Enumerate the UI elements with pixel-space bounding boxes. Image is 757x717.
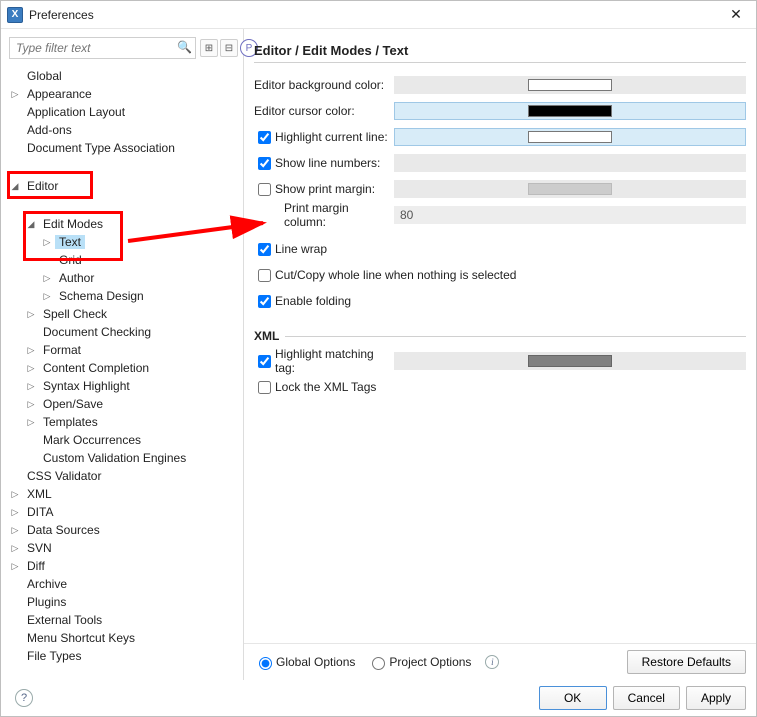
line-numbers-checkbox[interactable] — [258, 157, 271, 170]
window-title: Preferences — [29, 8, 94, 22]
highlight-line-color-picker[interactable] — [394, 128, 746, 146]
folding-checkbox[interactable] — [258, 295, 271, 308]
tree-item-addons[interactable]: ▸Add-ons — [7, 121, 243, 139]
tree-item-diff[interactable]: ▷Diff — [7, 557, 243, 575]
tree-item-global[interactable]: ▸Global — [7, 67, 243, 85]
cutcopy-checkbox[interactable] — [258, 269, 271, 282]
line-numbers-label: Show line numbers: — [275, 156, 380, 170]
tree-item-svn[interactable]: ▷SVN — [7, 539, 243, 557]
tree-item-file-types[interactable]: ▸File Types — [7, 647, 243, 665]
tree-item-templates[interactable]: ▷Templates — [23, 413, 243, 431]
global-options-radio[interactable]: Global Options — [254, 654, 355, 670]
xml-section-label: XML — [254, 329, 279, 343]
filter-input[interactable] — [9, 37, 196, 59]
tree-item-spell-check[interactable]: ▷Spell Check — [23, 305, 243, 323]
cancel-button[interactable]: Cancel — [613, 686, 680, 710]
cursor-color-label: Editor cursor color: — [254, 104, 355, 118]
chevron-right-icon[interactable]: ▷ — [9, 542, 21, 554]
tree-item-open-save[interactable]: ▷Open/Save — [23, 395, 243, 413]
chevron-down-icon[interactable]: ◢ — [9, 180, 21, 192]
tree-item-css-validator[interactable]: ▸CSS Validator — [7, 467, 243, 485]
highlight-line-label: Highlight current line: — [275, 130, 388, 144]
print-margin-checkbox[interactable] — [258, 183, 271, 196]
tree-item-text[interactable]: ▷Text — [39, 233, 243, 251]
highlight-tag-color-picker[interactable] — [394, 352, 746, 370]
line-wrap-checkbox[interactable] — [258, 243, 271, 256]
cursor-color-picker[interactable] — [394, 102, 746, 120]
apply-button[interactable]: Apply — [686, 686, 746, 710]
chevron-right-icon[interactable]: ▷ — [25, 362, 37, 374]
bg-color-label: Editor background color: — [254, 78, 384, 92]
tree-item-dita[interactable]: ▷DITA — [7, 503, 243, 521]
search-icon[interactable]: 🔍 — [177, 40, 192, 54]
tree-item-application-layout[interactable]: ▸Application Layout — [7, 103, 243, 121]
highlight-tag-label: Highlight matching tag: — [275, 347, 394, 375]
restore-defaults-button[interactable]: Restore Defaults — [627, 650, 746, 674]
chevron-right-icon[interactable]: ▷ — [41, 290, 53, 302]
tree-item-mark-occurrences[interactable]: ▸Mark Occurrences — [23, 431, 243, 449]
chevron-right-icon[interactable]: ▷ — [9, 560, 21, 572]
tree-item-external-tools[interactable]: ▸External Tools — [7, 611, 243, 629]
line-numbers-color-picker[interactable] — [394, 154, 746, 172]
highlight-tag-checkbox[interactable] — [258, 355, 271, 368]
chevron-right-icon[interactable]: ▷ — [9, 524, 21, 536]
info-icon[interactable]: i — [485, 655, 499, 669]
tree-item-archive[interactable]: ▸Archive — [7, 575, 243, 593]
chevron-right-icon[interactable]: ▷ — [41, 272, 53, 284]
tree-item-data-sources[interactable]: ▷Data Sources — [7, 521, 243, 539]
tree-item-author[interactable]: ▷Author — [39, 269, 243, 287]
tree-item-content-completion[interactable]: ▷Content Completion — [23, 359, 243, 377]
tree-item-format[interactable]: ▷Format — [23, 341, 243, 359]
expand-tree-icon[interactable]: ⊞ — [200, 39, 218, 57]
lock-xml-label: Lock the XML Tags — [275, 380, 376, 394]
chevron-right-icon[interactable]: ▷ — [25, 308, 37, 320]
lock-xml-checkbox[interactable] — [258, 381, 271, 394]
highlight-line-checkbox[interactable] — [258, 131, 271, 144]
chevron-right-icon[interactable]: ▷ — [25, 416, 37, 428]
chevron-down-icon[interactable]: ◢ — [25, 218, 37, 230]
chevron-right-icon[interactable]: ▷ — [25, 344, 37, 356]
tree-item-syntax-highlight[interactable]: ▷Syntax Highlight — [23, 377, 243, 395]
chevron-right-icon[interactable]: ▷ — [25, 398, 37, 410]
chevron-right-icon[interactable]: ▷ — [9, 488, 21, 500]
app-icon: X — [7, 7, 23, 23]
project-options-radio[interactable]: Project Options — [367, 654, 471, 670]
chevron-right-icon[interactable]: ▷ — [9, 88, 21, 100]
tree-item-appearance[interactable]: ▷Appearance — [7, 85, 243, 103]
line-wrap-label: Line wrap — [275, 242, 327, 256]
close-icon[interactable]: ✕ — [722, 6, 750, 23]
print-margin-col-label: Print margin column: — [284, 201, 394, 229]
tree-item-menu-shortcut[interactable]: ▸Menu Shortcut Keys — [7, 629, 243, 647]
collapse-tree-icon[interactable]: ⊟ — [220, 39, 238, 57]
chevron-right-icon[interactable]: ▷ — [25, 380, 37, 392]
tree-item-custom-validation[interactable]: ▸Custom Validation Engines — [23, 449, 243, 467]
cutcopy-label: Cut/Copy whole line when nothing is sele… — [275, 268, 516, 282]
chevron-right-icon[interactable]: ▷ — [41, 236, 53, 248]
tree-item-grid[interactable]: ▸Grid — [39, 251, 243, 269]
tree-item-plugins[interactable]: ▸Plugins — [7, 593, 243, 611]
folding-label: Enable folding — [275, 294, 351, 308]
tree-item-document-checking[interactable]: ▸Document Checking — [23, 323, 243, 341]
tree-item-doc-type-assoc[interactable]: ▸Document Type Association — [7, 139, 243, 157]
tree-item-editor[interactable]: ◢Editor — [7, 177, 243, 195]
tree-item-edit-modes[interactable]: ◢Edit Modes — [23, 215, 243, 233]
breadcrumb: Editor / Edit Modes / Text — [254, 43, 746, 58]
print-margin-label: Show print margin: — [275, 182, 375, 196]
print-margin-color-picker[interactable] — [394, 180, 746, 198]
chevron-right-icon[interactable]: ▷ — [9, 506, 21, 518]
ok-button[interactable]: OK — [539, 686, 607, 710]
help-icon[interactable]: ? — [15, 689, 33, 707]
tree-item-schema-design[interactable]: ▷Schema Design — [39, 287, 243, 305]
tree-item-xml[interactable]: ▷XML — [7, 485, 243, 503]
bg-color-picker[interactable] — [394, 76, 746, 94]
print-margin-col-input[interactable]: 80 — [394, 206, 746, 224]
preferences-tree[interactable]: ▸Global ▷Appearance ▸Application Layout … — [1, 67, 243, 665]
